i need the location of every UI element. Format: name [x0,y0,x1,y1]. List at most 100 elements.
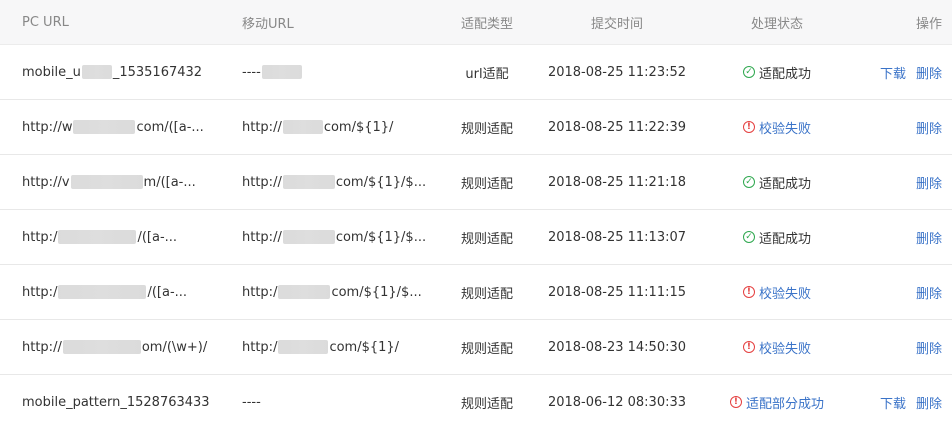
table-row: http://v m/([a-... http:// com/${1}/$... 规则适… [0,155,952,210]
status-cell: ! 校验失败 [702,100,852,154]
pc-url-prefix: http:// [22,339,62,355]
submit-time: 2018-08-25 11:13:07 [547,229,687,245]
delete-link[interactable]: 删除 [916,173,942,192]
pc-url-suffix: _1535167432 [112,64,203,80]
delete-link[interactable]: 删除 [916,118,942,137]
status-cell: ! 适配部分成功 [702,375,852,429]
redacted-blur [58,230,137,244]
download-link[interactable]: 下载 [880,393,906,412]
mobile-url-cell: http:// com/${1}/$... [242,210,432,264]
mobile-url-prefix: http:/ [242,284,278,300]
adapt-type: 规则适配 [460,396,513,412]
status-badge: ✓ 适配成功 [742,63,811,82]
submit-time-cell: 2018-08-25 11:23:52 [542,45,692,99]
pc-url-prefix: http:/ [22,284,58,300]
header-mobile-url: 移动URL [242,16,294,32]
submission-table: PC URL 移动URL 适配类型 提交时间 处理状态 操作 mobile_u _… [0,0,952,429]
redacted-blur [58,285,147,299]
alert-circle-icon: ! [729,396,742,408]
header-ops: 操作 [915,16,942,32]
delete-link[interactable]: 删除 [916,283,942,302]
pc-url-cell: mobile_pattern_1528763433 [22,375,227,429]
adapt-type: 规则适配 [460,121,513,137]
alert-circle-icon: ! [742,121,755,133]
status-badge[interactable]: ! 适配部分成功 [729,393,824,412]
redacted-blur [81,65,112,79]
submit-time: 2018-08-23 14:50:30 [547,339,687,355]
submit-time-cell: 2018-08-23 14:50:30 [542,320,692,374]
redacted-blur [261,65,302,79]
adapt-type-cell: 规则适配 [432,375,542,429]
pc-url-cell: http://w com/([a-... [22,100,227,154]
alert-circle-icon: ! [742,286,755,298]
redacted-blur [278,285,331,299]
redacted-blur [62,340,141,354]
status-badge[interactable]: ! 校验失败 [742,118,811,137]
pc-url-cell: mobile_u _1535167432 [22,45,227,99]
mobile-url-prefix: http:// [242,229,282,245]
status-badge[interactable]: ! 校验失败 [742,283,811,302]
redacted-blur [73,120,136,134]
adapt-type: 规则适配 [460,286,513,302]
table-header: PC URL 移动URL 适配类型 提交时间 处理状态 操作 [0,0,952,45]
adapt-type-cell: 规则适配 [432,265,542,319]
adapt-type-cell: 规则适配 [432,210,542,264]
status-badge[interactable]: ! 校验失败 [742,338,811,357]
status-text: 校验失败 [758,341,811,357]
table-row: mobile_u _1535167432 ---- url适配 2018-08-25 1… [0,45,952,100]
mobile-url-suffix: com/${1}/ [323,119,394,135]
redacted-blur [282,120,323,134]
pc-url-cell: http:// om/(\w+)/ [22,320,227,374]
pc-url-suffix: com/([a-... [136,119,204,135]
redacted-blur [70,175,143,189]
submit-time-cell: 2018-08-25 11:13:07 [542,210,692,264]
mobile-url-prefix: http:// [242,174,282,190]
alert-circle-icon: ! [742,341,755,353]
check-circle-icon: ✓ [742,66,755,78]
pc-url-cell: http://v m/([a-... [22,155,227,209]
status-badge: ✓ 适配成功 [742,173,811,192]
delete-link[interactable]: 删除 [916,393,942,412]
adapt-type-cell: 规则适配 [432,100,542,154]
adapt-type: 规则适配 [460,341,513,357]
mobile-url-prefix: ---- [242,394,261,410]
mobile-url-cell: http:// com/${1}/ [242,100,432,154]
header-status: 处理状态 [750,16,803,32]
submit-time-cell: 2018-08-25 11:21:18 [542,155,692,209]
status-text: 适配成功 [758,231,811,247]
mobile-url-cell: http:// com/${1}/$... [242,155,432,209]
delete-link[interactable]: 删除 [916,228,942,247]
status-cell: ! 校验失败 [702,265,852,319]
ops-cell: 删除 [852,155,942,209]
ops-cell: 删除 [852,100,942,154]
adapt-type: url适配 [465,66,509,82]
header-type: 适配类型 [460,16,513,32]
check-circle-icon: ✓ [742,231,755,243]
delete-link[interactable]: 删除 [916,63,942,82]
mobile-url-cell: ---- [242,375,432,429]
delete-link[interactable]: 删除 [916,338,942,357]
submit-time-cell: 2018-08-25 11:11:15 [542,265,692,319]
ops-cell: 下载 删除 [852,45,942,99]
ops-cell: 删除 [852,320,942,374]
adapt-type: 规则适配 [460,176,513,192]
status-cell: ✓ 适配成功 [702,155,852,209]
download-link[interactable]: 下载 [880,63,906,82]
redacted-blur [282,230,335,244]
ops-cell: 删除 [852,265,942,319]
submit-time-cell: 2018-08-25 11:22:39 [542,100,692,154]
pc-url-suffix: m/([a-... [143,174,196,190]
status-text: 适配部分成功 [745,396,824,412]
mobile-url-suffix: com/${1}/$... [331,284,422,300]
submit-time-cell: 2018-06-12 08:30:33 [542,375,692,429]
pc-url-prefix: http://w [22,119,73,135]
header-pc-url: PC URL [22,14,69,30]
status-text: 校验失败 [758,286,811,302]
status-text: 适配成功 [758,66,811,82]
table-row: mobile_pattern_1528763433 ---- 规则适配 2018-06… [0,375,952,429]
mobile-url-cell: http:/ com/${1}/ [242,320,432,374]
adapt-type-cell: url适配 [432,45,542,99]
table-row: http:/ /([a-... http:/ com/${1}/$... 规则适配 201… [0,265,952,320]
pc-url-suffix: /([a-... [147,284,188,300]
adapt-type-cell: 规则适配 [432,320,542,374]
